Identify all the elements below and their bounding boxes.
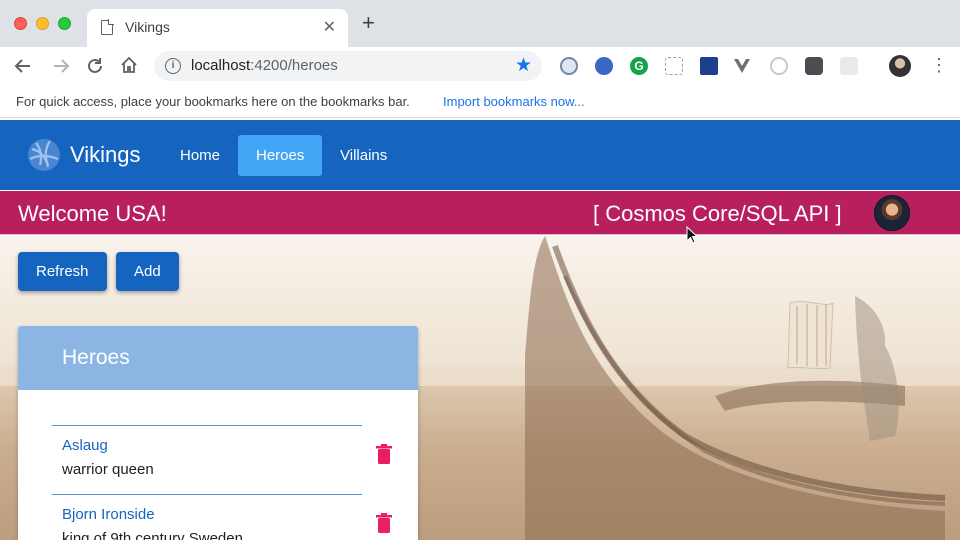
hero-description: king of 9th century Sweden [62, 530, 243, 540]
hero-name[interactable]: Bjorn Ironside [62, 506, 155, 523]
info-icon[interactable]: i [165, 58, 181, 74]
extension-gear-icon[interactable] [805, 57, 823, 75]
browser-tab-strip: Vikings ✕ + [0, 0, 960, 47]
hero-description: warrior queen [62, 461, 154, 478]
extension-blue-circle-icon[interactable] [595, 57, 613, 75]
forward-icon[interactable] [52, 57, 70, 75]
url-host: localhost [191, 57, 251, 74]
browser-tab[interactable]: Vikings ✕ [87, 9, 348, 47]
close-tab-icon[interactable]: ✕ [323, 17, 336, 37]
reload-icon[interactable] [86, 57, 104, 75]
refresh-button[interactable]: Refresh [18, 252, 107, 291]
home-icon[interactable] [120, 56, 138, 74]
welcome-message: Welcome USA! [18, 201, 167, 226]
maximize-window-button[interactable] [58, 17, 71, 30]
hero-name[interactable]: Aslaug [62, 437, 108, 454]
import-bookmarks-link[interactable]: Import bookmarks now... [443, 94, 585, 109]
tab-title: Vikings [125, 19, 170, 35]
list-item[interactable]: Aslaug warrior queen [52, 425, 362, 495]
address-bar[interactable]: i localhost:4200/heroes ★ [154, 51, 542, 81]
url-path: :4200/heroes [250, 57, 338, 74]
extension-flag-icon[interactable] [700, 57, 718, 75]
url-text[interactable]: localhost:4200/heroes [191, 57, 338, 74]
sail-image [787, 301, 834, 370]
user-avatar[interactable] [874, 195, 910, 231]
api-label: [ Cosmos Core/SQL API ] [593, 201, 842, 226]
profile-avatar[interactable] [889, 55, 911, 77]
bookmarks-message: For quick access, place your bookmarks h… [16, 94, 410, 109]
new-tab-icon[interactable]: + [362, 12, 375, 34]
card-header: Heroes [18, 326, 418, 390]
minimize-window-button[interactable] [36, 17, 49, 30]
list-item[interactable]: Bjorn Ironside king of 9th century Swede… [52, 494, 362, 540]
extension-clock-lock-icon[interactable] [560, 57, 578, 75]
back-icon[interactable] [14, 57, 32, 75]
heroes-card: Heroes Aslaug warrior queen Bjorn Ironsi… [18, 326, 418, 540]
viking-ship-image [525, 236, 945, 540]
main-content: Refresh Add Heroes Aslaug warrior queen … [0, 236, 960, 540]
brand-name[interactable]: Vikings [70, 142, 141, 168]
app-header: Vikings Home Heroes Villains [0, 120, 960, 190]
card-title: Heroes [62, 346, 130, 369]
browser-menu-icon[interactable]: ⋮ [930, 55, 948, 75]
bookmark-star-icon[interactable]: ★ [515, 54, 532, 77]
add-button[interactable]: Add [116, 252, 179, 291]
vikings-logo-icon[interactable] [26, 137, 62, 173]
nav-heroes[interactable]: Heroes [238, 135, 323, 176]
extension-vue-icon[interactable] [733, 57, 751, 75]
mouse-cursor-icon [686, 226, 698, 244]
nav-villains[interactable]: Villains [322, 135, 405, 176]
page-icon [101, 19, 114, 35]
close-window-button[interactable] [14, 17, 27, 30]
delete-icon[interactable] [376, 513, 392, 533]
extension-grammarly-icon[interactable]: G [630, 57, 648, 75]
extension-pyramid-icon[interactable] [665, 57, 683, 75]
nav-home[interactable]: Home [162, 135, 238, 176]
delete-icon[interactable] [376, 444, 392, 464]
bookmarks-bar: For quick access, place your bookmarks h… [0, 85, 960, 118]
welcome-bar: Welcome USA! [ Cosmos Core/SQL API ] [0, 191, 960, 235]
extension-grid-icon[interactable] [840, 57, 858, 75]
extension-target-icon[interactable] [770, 57, 788, 75]
browser-toolbar: i localhost:4200/heroes ★ G ⋮ [0, 47, 960, 85]
